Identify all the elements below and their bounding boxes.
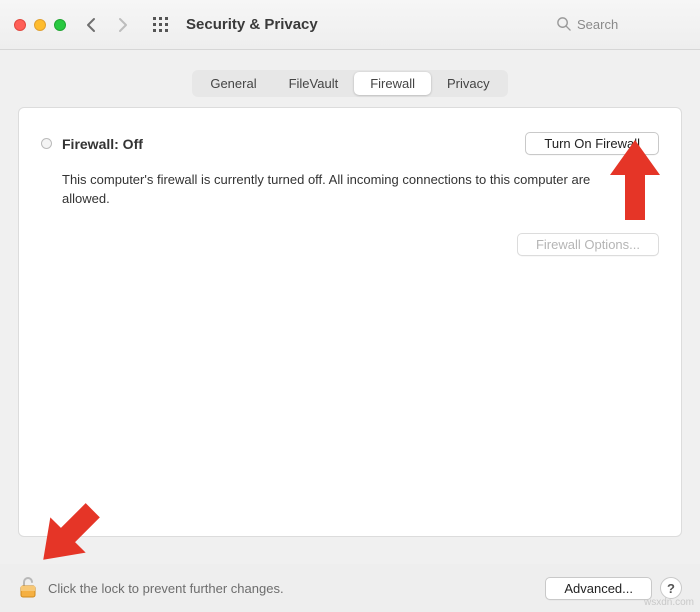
- tab-privacy[interactable]: Privacy: [431, 72, 506, 95]
- turn-on-firewall-button[interactable]: Turn On Firewall: [525, 132, 659, 155]
- lock-button[interactable]: [18, 575, 38, 602]
- tab-firewall[interactable]: Firewall: [354, 72, 431, 95]
- firewall-status-title: Firewall: Off: [62, 136, 143, 152]
- titlebar: Security & Privacy Search: [0, 0, 700, 50]
- forward-button[interactable]: [116, 17, 130, 33]
- tab-filevault[interactable]: FileVault: [273, 72, 355, 95]
- search-icon: [556, 16, 571, 34]
- firewall-description: This computer's firewall is currently tu…: [62, 171, 602, 209]
- help-button[interactable]: ?: [660, 577, 682, 599]
- close-window-button[interactable]: [14, 19, 26, 31]
- show-all-preferences-button[interactable]: [152, 16, 170, 34]
- advanced-button[interactable]: Advanced...: [545, 577, 652, 600]
- search-field[interactable]: Search: [556, 16, 686, 34]
- footer-bar: Click the lock to prevent further change…: [0, 564, 700, 612]
- search-placeholder: Search: [577, 17, 618, 32]
- firewall-panel: Firewall: Off Turn On Firewall This comp…: [18, 107, 682, 537]
- tab-bar: General FileVault Firewall Privacy: [0, 50, 700, 107]
- back-button[interactable]: [84, 17, 98, 33]
- lock-open-icon: [18, 575, 38, 602]
- lock-hint-text: Click the lock to prevent further change…: [48, 581, 284, 596]
- zoom-window-button[interactable]: [54, 19, 66, 31]
- window-title: Security & Privacy: [186, 16, 318, 33]
- watermark: wsxdn.com: [644, 597, 694, 608]
- window-controls: [14, 19, 66, 31]
- firewall-status-indicator: [41, 138, 52, 149]
- firewall-options-button[interactable]: Firewall Options...: [517, 233, 659, 256]
- minimize-window-button[interactable]: [34, 19, 46, 31]
- nav-arrows: [84, 17, 130, 33]
- tab-general[interactable]: General: [194, 72, 272, 95]
